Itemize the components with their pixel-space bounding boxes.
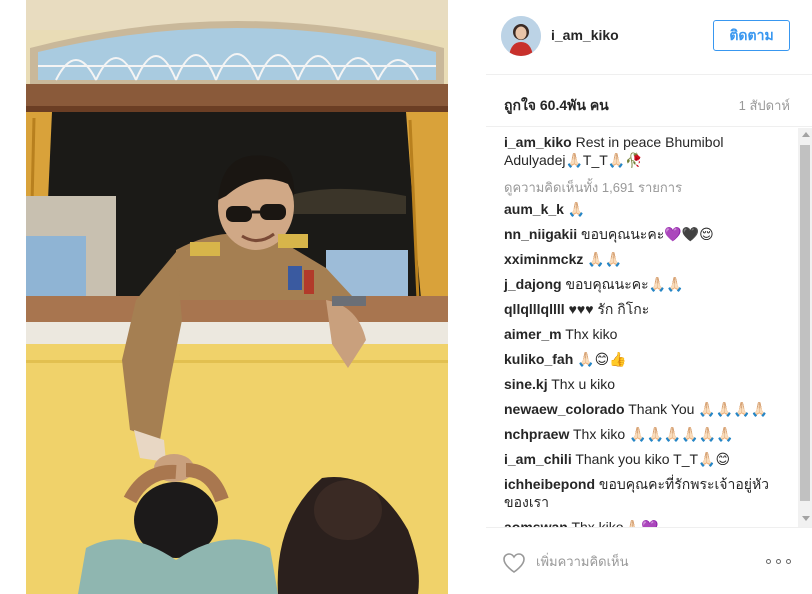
comment-author[interactable]: i_am_chili <box>504 451 572 467</box>
username[interactable]: i_am_kiko <box>551 27 619 43</box>
comment-text: Thank You 🙏🏻🙏🏻🙏🏻🙏🏻 <box>628 401 769 417</box>
comment-text: ขอบคุณนะคะ💜🖤😌 <box>581 226 714 242</box>
list-item: ichheibepond ขอบคุณคะที่รักพระเจ้าอยู่หั… <box>504 475 786 511</box>
list-item: xximinmckz 🙏🏻🙏🏻 <box>504 250 786 268</box>
caption: i_am_kiko Rest in peace Bhumibol Adulyad… <box>504 133 786 169</box>
comment-author[interactable]: kuliko_fah <box>504 351 573 367</box>
more-options-icon[interactable] <box>766 554 792 568</box>
comments-list[interactable]: i_am_kiko Rest in peace Bhumibol Adulyad… <box>486 128 798 527</box>
scrollbar-thumb[interactable] <box>800 145 810 501</box>
list-item: sine.kj Thx u kiko <box>504 375 786 393</box>
list-item: aimer_m Thx kiko <box>504 325 786 343</box>
comment-author[interactable]: nchpraew <box>504 426 569 442</box>
post-stats: ถูกใจ 60.4พัน คน 1 สัปดาห์ <box>486 75 812 127</box>
comment-author[interactable]: sine.kj <box>504 376 548 392</box>
comment-author[interactable]: xximinmckz <box>504 251 583 267</box>
comment-text: 🙏🏻 <box>567 201 586 217</box>
comment-text: Thank you kiko T_T🙏🏻😊 <box>575 451 731 467</box>
list-item: aomswan Thx kiko🙏🏻💜 <box>504 518 786 527</box>
comment-text: 🙏🏻😊👍 <box>577 351 627 367</box>
heart-outline-icon[interactable] <box>502 552 526 574</box>
list-item: i_am_chili Thank you kiko T_T🙏🏻😊 <box>504 450 786 468</box>
comment-bar <box>486 527 812 594</box>
avatar-image <box>501 16 541 56</box>
comments-scrollbar[interactable] <box>798 128 812 527</box>
scroll-up-arrow-icon[interactable] <box>802 132 810 137</box>
comment-author[interactable]: nn_niigakii <box>504 226 577 242</box>
list-item: qllqlllqllll ♥♥♥ รัก กิโกะ <box>504 300 786 318</box>
add-comment-input[interactable] <box>536 550 736 572</box>
list-item: kuliko_fah 🙏🏻😊👍 <box>504 350 786 368</box>
post-timestamp[interactable]: 1 สัปดาห์ <box>739 95 790 116</box>
comment-author[interactable]: j_dajong <box>504 276 562 292</box>
comment-text: Thx kiko 🙏🏻🙏🏻🙏🏻🙏🏻🙏🏻🙏🏻 <box>573 426 734 442</box>
comment-author[interactable]: newaew_colorado <box>504 401 625 417</box>
comment-author[interactable]: aomswan <box>504 519 568 527</box>
list-item: nn_niigakii ขอบคุณนะคะ💜🖤😌 <box>504 225 786 243</box>
comment-author[interactable]: aimer_m <box>504 326 562 342</box>
avatar[interactable] <box>501 16 541 56</box>
follow-button[interactable]: ติดตาม <box>713 20 790 51</box>
list-item: j_dajong ขอบคุณนะคะ🙏🏻🙏🏻 <box>504 275 786 293</box>
list-item: newaew_colorado Thank You 🙏🏻🙏🏻🙏🏻🙏🏻 <box>504 400 786 418</box>
list-item: aum_k_k 🙏🏻 <box>504 200 786 218</box>
post-photo-illustration <box>26 0 448 594</box>
comment-author[interactable]: qllqlllqllll <box>504 301 565 317</box>
comment-text: ♥♥♥ รัก กิโกะ <box>568 301 650 317</box>
comment-author[interactable]: aum_k_k <box>504 201 564 217</box>
comment-author[interactable]: ichheibepond <box>504 476 595 492</box>
post-photo[interactable] <box>26 0 448 594</box>
scroll-down-arrow-icon[interactable] <box>802 516 810 521</box>
comment-text: ขอบคุณนะคะ🙏🏻🙏🏻 <box>565 276 684 292</box>
view-all-comments-link[interactable]: ดูความคิดเห็นทั้ง 1,691 รายการ <box>504 177 682 198</box>
post-details-panel: i_am_kiko ติดตาม ถูกใจ 60.4พัน คน 1 สัปด… <box>486 0 812 594</box>
comment-text: 🙏🏻🙏🏻 <box>587 251 623 267</box>
likes-count[interactable]: ถูกใจ 60.4พัน คน <box>504 95 609 117</box>
post-header: i_am_kiko ติดตาม <box>486 0 812 75</box>
comment-text: Thx u kiko <box>551 376 616 392</box>
caption-author[interactable]: i_am_kiko <box>504 134 572 150</box>
comment-text: Thx kiko🙏🏻💜 <box>571 519 659 527</box>
comment-text: Thx kiko <box>565 326 618 342</box>
list-item: nchpraew Thx kiko 🙏🏻🙏🏻🙏🏻🙏🏻🙏🏻🙏🏻 <box>504 425 786 443</box>
